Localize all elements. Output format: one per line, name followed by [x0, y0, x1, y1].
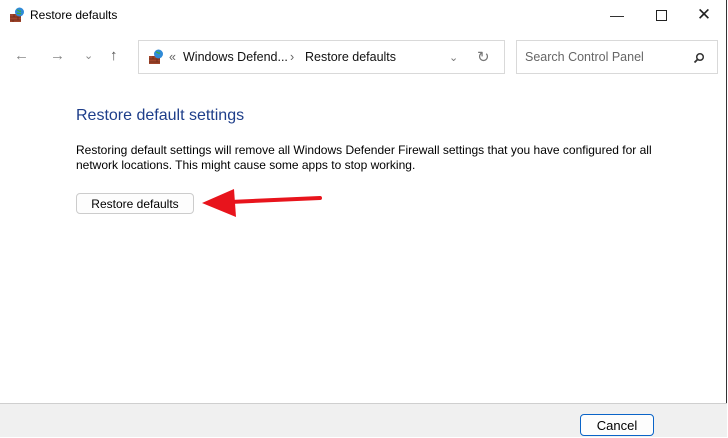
search-input[interactable]: Search Control Panel — [525, 50, 644, 64]
breadcrumb-firewall[interactable]: Windows Defend... — [183, 50, 288, 64]
close-button[interactable]: ✕ — [681, 0, 727, 30]
up-button[interactable]: ↑ — [110, 47, 118, 64]
window: Restore defaults — ✕ ← → ⌄ ↑ « Windows D… — [0, 0, 727, 437]
maximize-button[interactable] — [638, 0, 684, 30]
window-title: Restore defaults — [30, 8, 118, 22]
firewall-icon — [149, 49, 163, 64]
maximize-icon — [655, 9, 667, 21]
description-text: Restoring default settings will remove a… — [76, 143, 652, 172]
search-icon[interactable] — [693, 52, 705, 64]
page-title: Restore default settings — [76, 107, 245, 124]
title-bar: Restore defaults — ✕ — [0, 0, 726, 32]
minimize-button[interactable]: — — [594, 0, 640, 30]
address-dropdown[interactable]: ⌄ — [449, 51, 458, 64]
search-box[interactable]: Search Control Panel — [516, 40, 718, 74]
breadcrumb-overflow[interactable]: « — [169, 50, 176, 64]
footer-bar: Cancel — [0, 403, 727, 437]
breadcrumb-restore-defaults[interactable]: Restore defaults — [305, 50, 396, 64]
refresh-button[interactable]: ↻ — [477, 48, 490, 66]
forward-button[interactable]: → — [50, 47, 65, 64]
recent-locations-button[interactable]: ⌄ — [84, 49, 93, 62]
back-button[interactable]: ← — [14, 47, 29, 64]
address-bar[interactable]: « Windows Defend... › Restore defaults ⌄… — [138, 40, 505, 74]
breadcrumb-separator[interactable]: › — [290, 50, 294, 64]
restore-defaults-button[interactable]: Restore defaults — [76, 193, 194, 214]
cancel-button[interactable]: Cancel — [580, 414, 654, 436]
firewall-icon — [10, 7, 24, 22]
red-arrow-annotation — [202, 189, 322, 217]
